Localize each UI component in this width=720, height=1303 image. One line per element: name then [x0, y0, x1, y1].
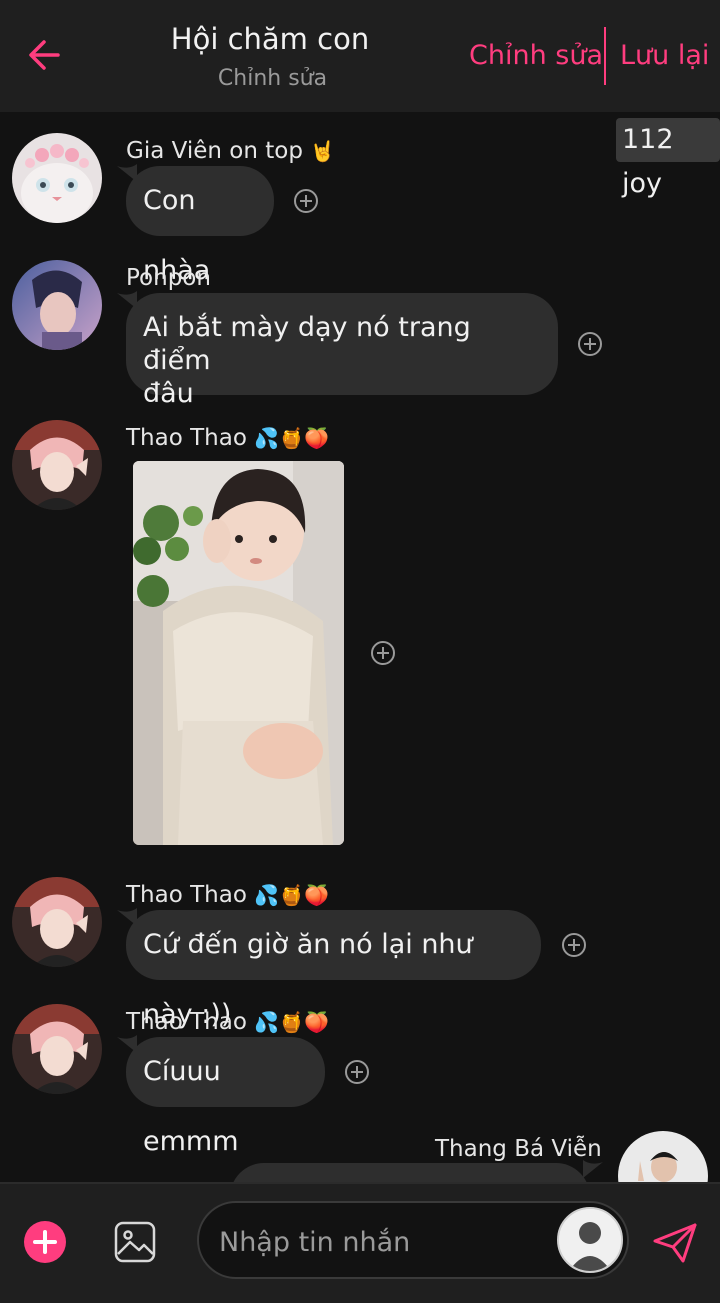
message-bubble[interactable]: Cứ đến giờ ăn nó lại như này :)) [126, 910, 541, 1030]
message-bubble[interactable]: Cíuuu emmm [126, 1037, 325, 1157]
bubble-tail [583, 1160, 603, 1178]
chat-title: Hội chăm con [170, 22, 370, 56]
add-reaction-icon[interactable] [293, 188, 319, 214]
header-divider [604, 27, 606, 85]
photo-of-child [133, 461, 344, 845]
default-avatar-icon [559, 1209, 621, 1271]
sender-name-text: Thang Bá Viễn [435, 1136, 602, 1162]
add-reaction-icon[interactable] [370, 640, 396, 666]
message-text: Cíuuu emmm [143, 1056, 239, 1157]
sender-emoji: 💦🍯🍑 [254, 883, 329, 907]
message-text-line: đâu [143, 378, 194, 409]
avatar-thao-thao[interactable] [12, 420, 102, 510]
avatar-thao-thao[interactable] [12, 877, 102, 967]
save-button[interactable]: Lưu lại [620, 40, 709, 71]
sender-emoji: 💦🍯🍑 [254, 1010, 329, 1034]
avatar-image [12, 1004, 102, 1094]
add-reaction-icon[interactable] [577, 331, 603, 357]
joy-badge: 112 joy [616, 118, 720, 199]
image-icon[interactable] [113, 1220, 157, 1264]
message-text-line: Ai bắt mày dạy nó trang điểm [143, 312, 471, 376]
add-reaction-icon[interactable] [344, 1059, 370, 1085]
sender-name: Gia Viên on top 🤘 [126, 138, 335, 164]
sender-name: Ponpon [126, 265, 211, 291]
avatar-image [12, 420, 102, 510]
header-bar: Hội chăm con Chỉnh sửa Chỉnh sửa Lưu lại [0, 0, 720, 112]
sticker-avatar-button[interactable] [557, 1207, 623, 1273]
message-input-wrapper [197, 1201, 629, 1279]
edit-button[interactable]: Chỉnh sửa [469, 40, 603, 71]
add-button[interactable] [24, 1221, 66, 1263]
avatar-gia-vien[interactable] [12, 133, 102, 223]
message-bubble[interactable]: Con nhàa [126, 166, 274, 286]
sender-name: Thao Thao 💦🍯🍑 [126, 1009, 329, 1035]
sender-emoji: 💦🍯🍑 [254, 426, 329, 450]
sender-name-text: Gia Viên on top [126, 138, 303, 164]
chat-subtitle: Chỉnh sửa [217, 66, 328, 91]
avatar-thao-thao[interactable] [12, 1004, 102, 1094]
message-bubble[interactable]: Ai bắt mày dạy nó trang điểm đâu [126, 293, 558, 409]
avatar-image [12, 133, 102, 223]
sender-name-text: Thao Thao [126, 1009, 247, 1035]
avatar-image [12, 260, 102, 350]
sender-name: Thang Bá Viễn [435, 1136, 602, 1162]
plus-icon [33, 1230, 57, 1254]
send-icon[interactable] [651, 1219, 699, 1267]
message-input[interactable] [217, 1219, 551, 1265]
sender-name-text: Ponpon [126, 265, 211, 291]
avatar-image [12, 877, 102, 967]
sender-emoji: 🤘 [310, 139, 336, 163]
message-photo[interactable] [133, 461, 344, 845]
add-reaction-icon[interactable] [561, 932, 587, 958]
sender-name: Thao Thao 💦🍯🍑 [126, 425, 329, 451]
sender-name-text: Thao Thao [126, 425, 247, 451]
sender-name: Thao Thao 💦🍯🍑 [126, 882, 329, 908]
composer-divider [0, 1182, 720, 1184]
avatar-ponpon[interactable] [12, 260, 102, 350]
sender-name-text: Thao Thao [126, 882, 247, 908]
